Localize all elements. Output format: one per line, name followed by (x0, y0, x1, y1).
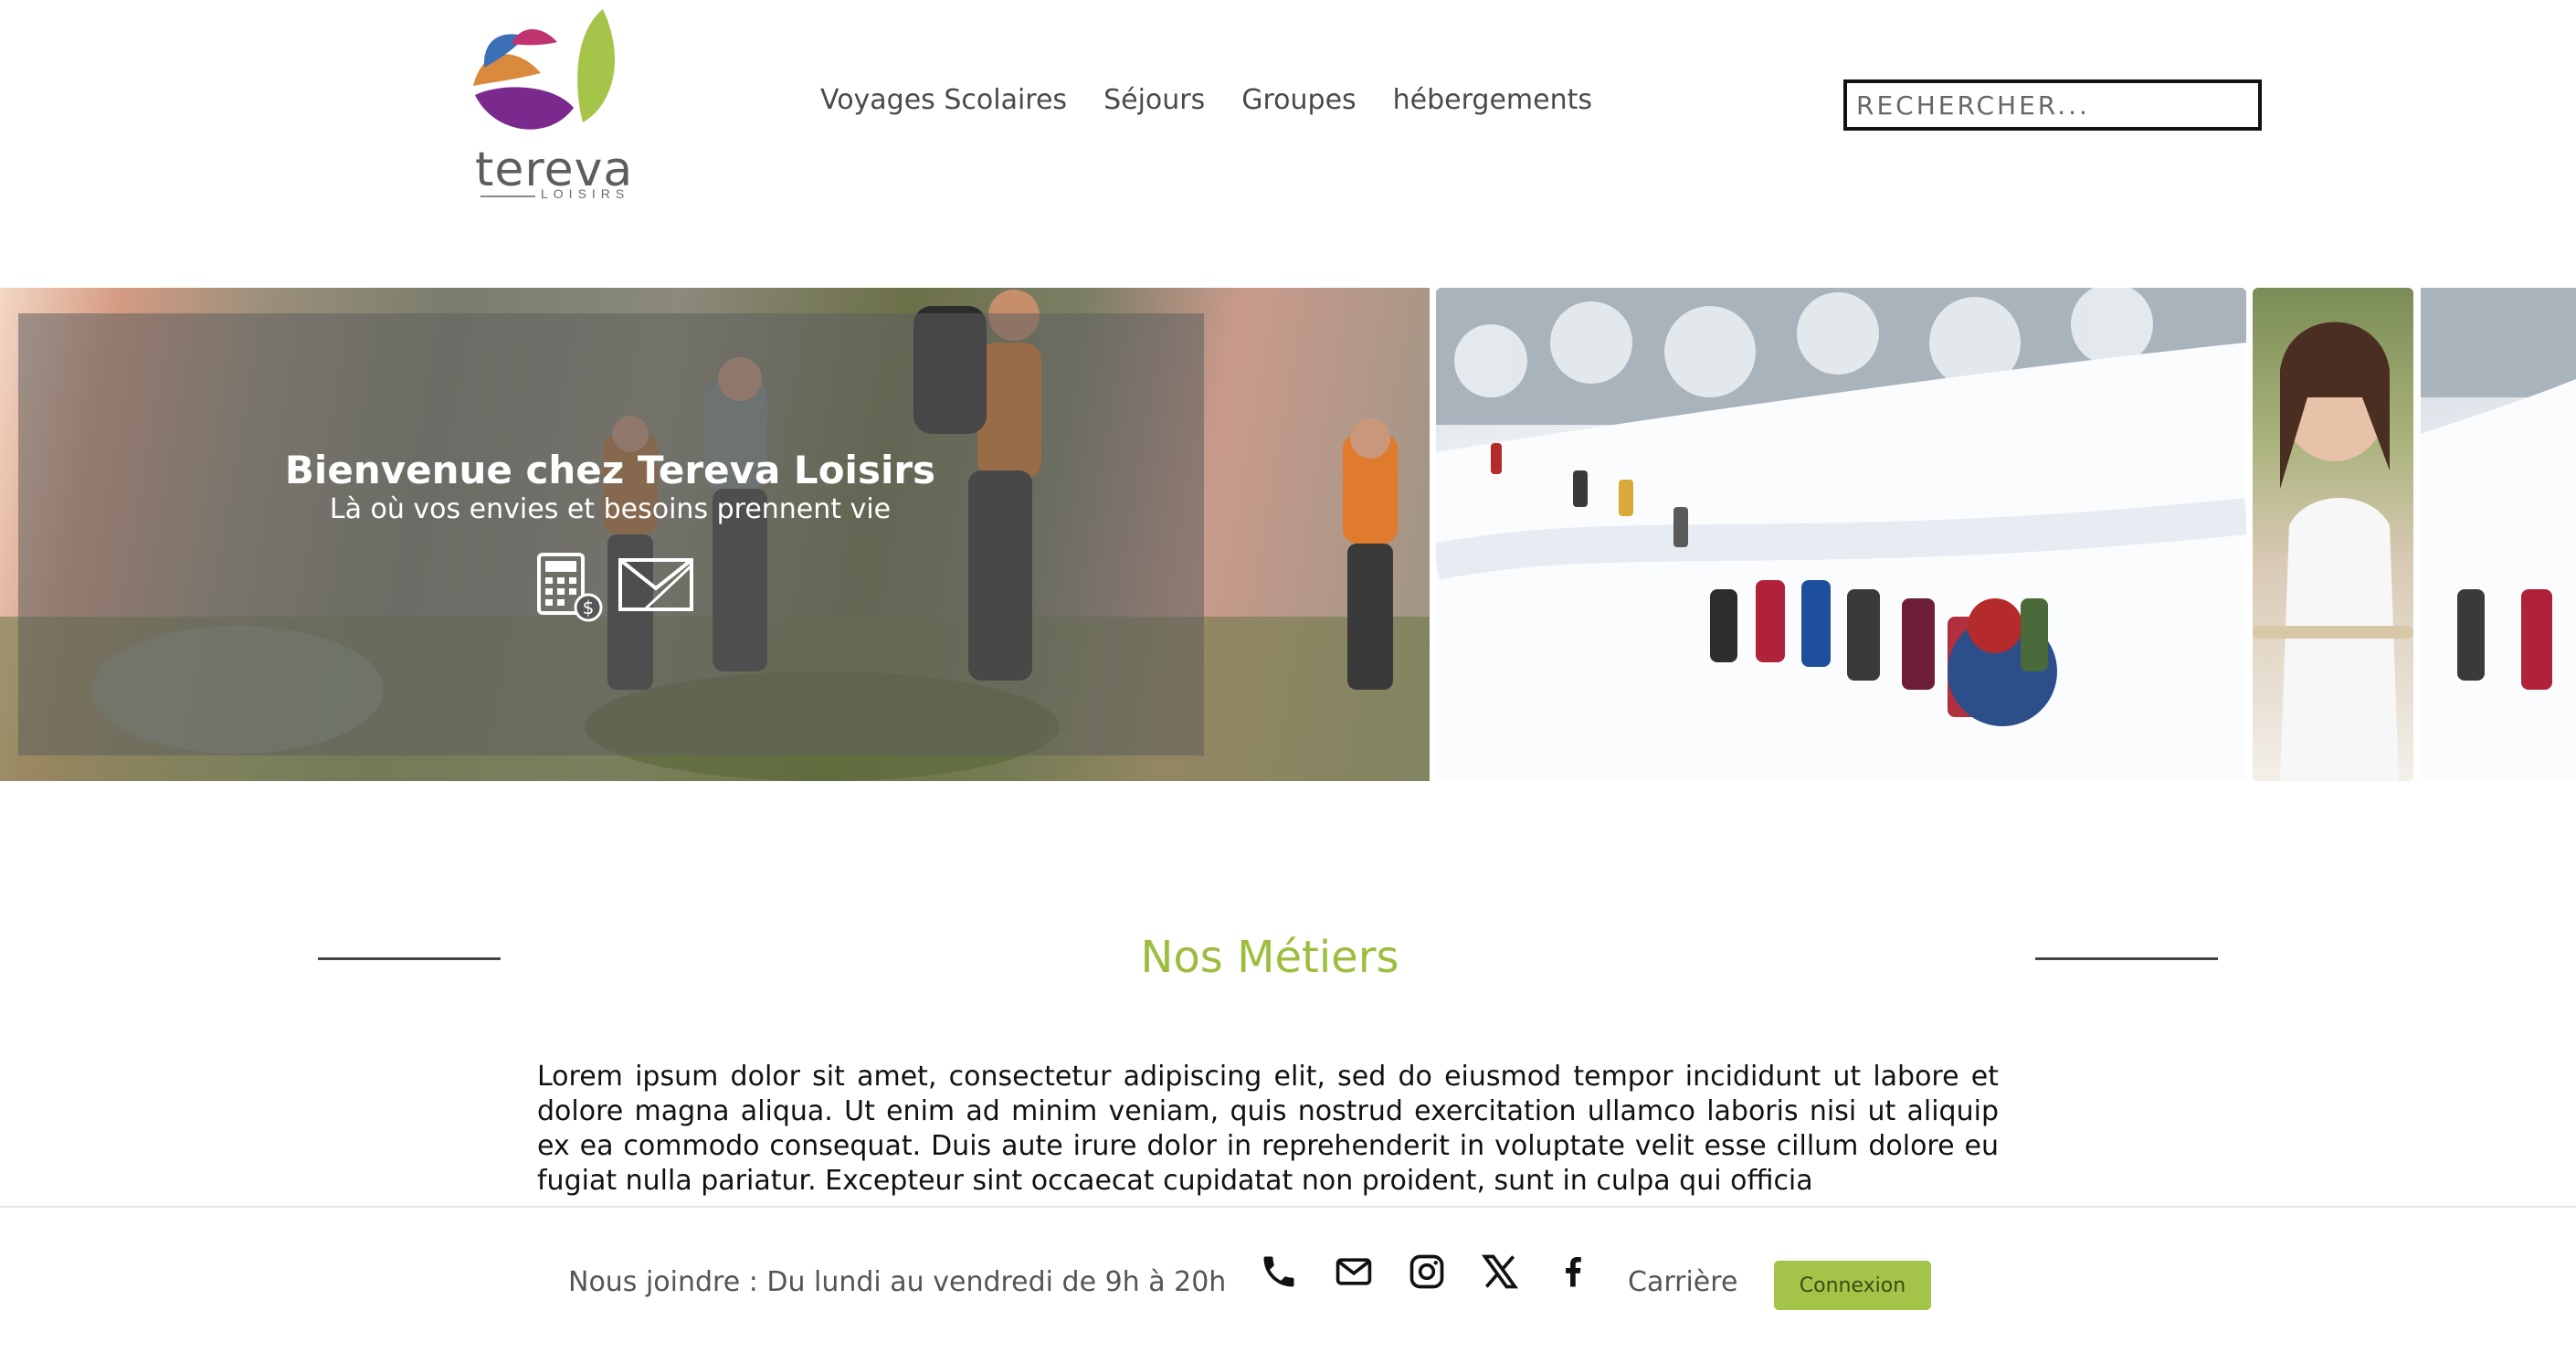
section-title: Nos Métiers (1140, 932, 1399, 983)
snow-illustration-2 (2421, 288, 2576, 781)
nav-item-sejours[interactable]: Séjours (1103, 84, 1205, 116)
hero-image-child (2253, 288, 2413, 781)
hero-overlay (18, 313, 1204, 755)
nav-item-groupes[interactable]: Groupes (1241, 84, 1356, 116)
mail-icon[interactable] (1334, 1252, 1374, 1292)
hero-banner: Bienvenue chez Tereva Loisirs Là où vos … (0, 288, 2576, 781)
hero-image-snow-hike-2 (2421, 288, 2576, 781)
logo-tagline: LOISIRS (541, 186, 630, 201)
logo-mark (473, 9, 615, 130)
career-link[interactable]: Carrière (1628, 1266, 1737, 1298)
logo-divider (480, 195, 535, 197)
search-input[interactable] (1847, 83, 2258, 127)
search-box (1843, 79, 2262, 131)
phone-icon[interactable] (1259, 1252, 1299, 1292)
snow-illustration (1436, 288, 2246, 781)
x-icon[interactable] (1480, 1252, 1520, 1292)
section-body: Lorem ipsum dolor sit amet, consectetur … (537, 1061, 1999, 1197)
footer-bar: Nous joindre : Du lundi au vendredi de 9… (0, 1206, 2576, 1363)
hero-image-snow-hike (1436, 288, 2246, 781)
svg-text:$: $ (583, 597, 595, 618)
nav-item-voyages-scolaires[interactable]: Voyages Scolaires (820, 84, 1067, 116)
main-nav: Voyages Scolaires Séjours Groupes héberg… (820, 84, 1592, 116)
calculator-dollar-icon[interactable]: $ (537, 553, 603, 622)
hero-title: Bienvenue chez Tereva Loisirs (284, 448, 936, 492)
envelope-icon[interactable] (618, 557, 694, 616)
login-button[interactable]: Connexion (1774, 1261, 1931, 1310)
facebook-icon[interactable] (1553, 1252, 1593, 1292)
instagram-icon[interactable] (1407, 1252, 1447, 1292)
contact-hours: Nous joindre : Du lundi au vendredi de 9… (568, 1266, 1227, 1298)
hero-image-hikers: Bienvenue chez Tereva Loisirs Là où vos … (0, 288, 1430, 781)
hero-subtitle: Là où vos envies et besoins prennent vie (329, 493, 892, 525)
child-illustration (2253, 322, 2413, 781)
nav-item-hebergements[interactable]: hébergements (1393, 84, 1592, 116)
logo[interactable]: tereva LOISIRS (466, 5, 634, 206)
